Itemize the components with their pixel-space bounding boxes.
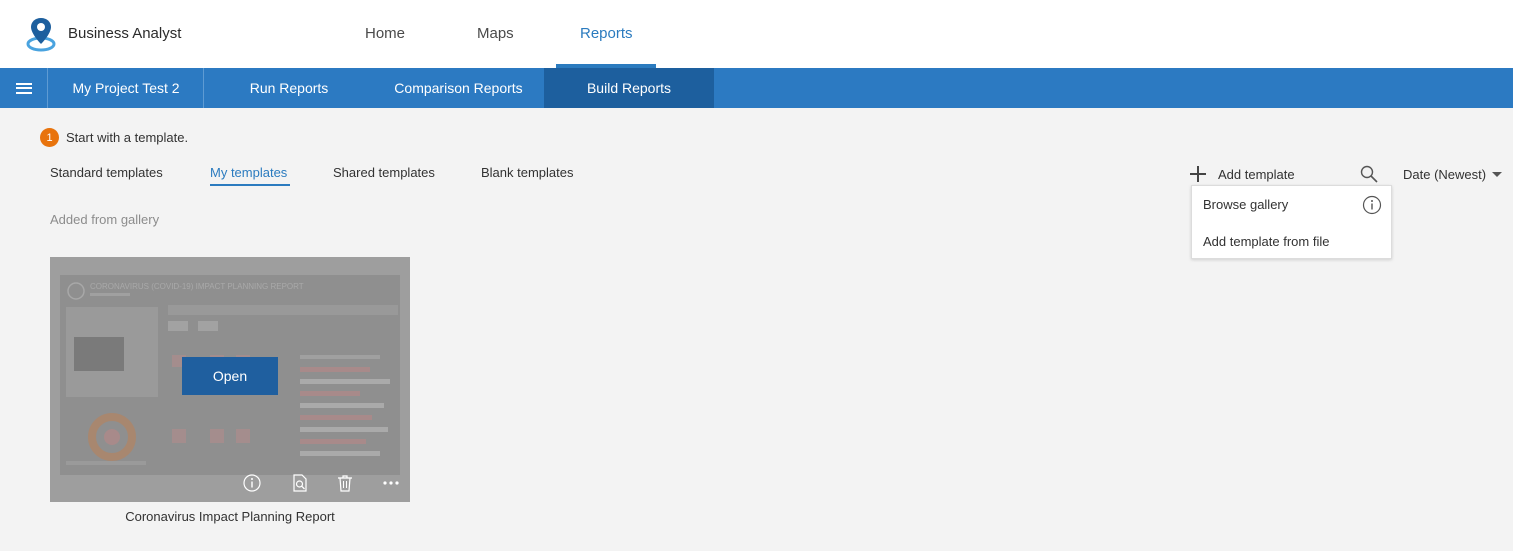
trash-icon[interactable] — [335, 473, 355, 493]
info-icon[interactable] — [242, 473, 262, 493]
add-template-menu: Browse gallery Add template from file — [1191, 185, 1392, 259]
menu-item-add-template-from-file[interactable]: Add template from file — [1203, 234, 1329, 249]
template-card[interactable]: CORONAVIRUS (COVID-19) IMPACT PLANNING R… — [50, 257, 410, 502]
plus-icon — [1190, 166, 1206, 182]
info-icon[interactable] — [1362, 195, 1382, 215]
step-number-badge: 1 — [40, 128, 59, 147]
tab-my-templates[interactable]: My templates — [210, 165, 287, 180]
tab-standard-templates[interactable]: Standard templates — [50, 165, 163, 180]
sort-label: Date (Newest) — [1403, 167, 1487, 182]
project-name[interactable]: My Project Test 2 — [49, 68, 204, 108]
logo-icon[interactable] — [25, 16, 57, 52]
hamburger-menu-icon — [15, 82, 32, 94]
top-header: Business Analyst Home Maps Reports — [0, 0, 1513, 68]
search-icon[interactable] — [1360, 165, 1378, 183]
tab-build-reports[interactable]: Build Reports — [544, 68, 714, 108]
thumbnail-heading: CORONAVIRUS (COVID-19) IMPACT PLANNING R… — [90, 282, 304, 291]
tab-blank-templates[interactable]: Blank templates — [481, 165, 574, 180]
section-label: Added from gallery — [50, 212, 160, 227]
app-title: Business Analyst — [68, 25, 182, 42]
tab-comparison-reports[interactable]: Comparison Reports — [373, 68, 544, 108]
template-tab-active-indicator — [210, 184, 290, 186]
more-icon[interactable] — [381, 473, 401, 493]
menu-item-browse-gallery[interactable]: Browse gallery — [1203, 197, 1288, 212]
tab-run-reports[interactable]: Run Reports — [205, 68, 373, 108]
top-nav-maps[interactable]: Maps — [477, 25, 514, 42]
add-template-label: Add template — [1218, 166, 1295, 182]
preview-icon[interactable] — [290, 473, 310, 493]
open-template-button[interactable]: Open — [182, 357, 278, 395]
top-nav-home[interactable]: Home — [365, 25, 405, 42]
sort-dropdown[interactable]: Date (Newest) — [1403, 167, 1503, 182]
hamburger-menu-button[interactable] — [0, 68, 48, 108]
step-instruction: Start with a template. — [66, 130, 189, 145]
tab-shared-templates[interactable]: Shared templates — [333, 165, 435, 180]
template-card-title: Coronavirus Impact Planning Report — [125, 509, 335, 524]
caret-down-icon — [1492, 172, 1503, 177]
add-template-button[interactable]: Add template — [1190, 164, 1295, 184]
project-nav-bar: My Project Test 2 Run Reports Comparison… — [0, 68, 1513, 108]
card-actions — [50, 473, 410, 493]
top-nav-reports[interactable]: Reports — [580, 25, 633, 42]
